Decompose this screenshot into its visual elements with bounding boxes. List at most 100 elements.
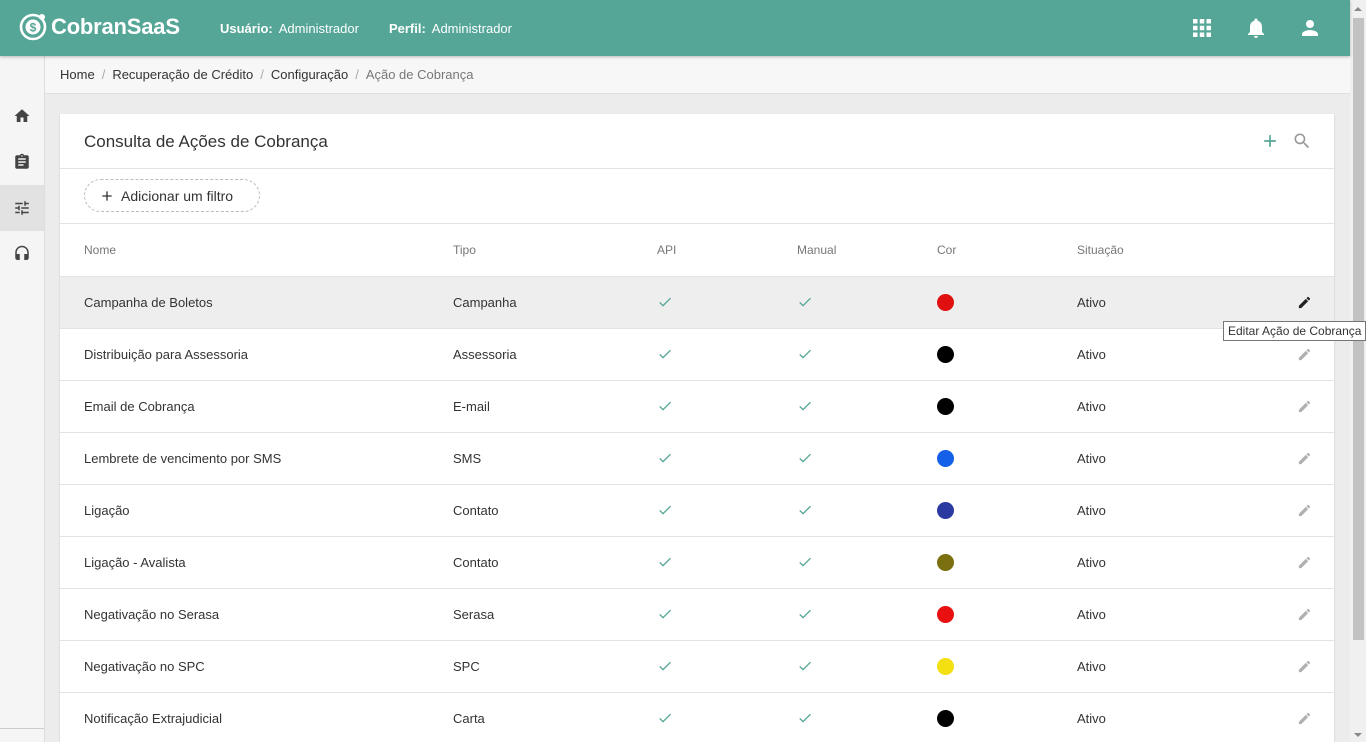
color-swatch bbox=[937, 710, 954, 727]
page-title: Consulta de Ações de Cobrança bbox=[84, 132, 328, 151]
table-row[interactable]: Notificação Extrajudicial Carta Ativo bbox=[60, 693, 1334, 742]
svg-text:$: $ bbox=[30, 21, 37, 35]
clipboard-icon bbox=[15, 153, 29, 169]
cell-situacao: Ativo bbox=[1077, 347, 1106, 362]
cell-tipo: Contato bbox=[453, 503, 499, 518]
breadcrumb-separator: / bbox=[260, 67, 264, 82]
edit-pencil-icon[interactable] bbox=[1297, 555, 1312, 570]
manual-check-icon bbox=[799, 713, 811, 723]
column-header-situacao[interactable]: Situação bbox=[1077, 243, 1124, 257]
table-row[interactable]: Ligação - Avalista Contato Ativo bbox=[60, 537, 1334, 589]
logo-text: CobranSaaS bbox=[51, 14, 180, 39]
cell-nome: Ligação - Avalista bbox=[84, 555, 186, 570]
table-header: Nome Tipo API Manual Cor Situação bbox=[60, 224, 1334, 277]
user-value: Administrador bbox=[278, 21, 359, 36]
add-filter-button[interactable]: Adicionar um filtro bbox=[84, 179, 260, 212]
column-header-cor[interactable]: Cor bbox=[937, 243, 956, 257]
edit-pencil-icon[interactable] bbox=[1297, 503, 1312, 518]
edit-pencil-icon[interactable] bbox=[1297, 451, 1312, 466]
color-swatch bbox=[937, 450, 954, 467]
column-header-nome[interactable]: Nome bbox=[84, 243, 116, 257]
cell-nome: Email de Cobrança bbox=[84, 399, 195, 414]
apps-grid-icon[interactable] bbox=[1190, 16, 1214, 40]
plus-icon bbox=[102, 190, 112, 201]
user-info: Usuário: Administrador Perfil: Administrad… bbox=[220, 21, 542, 36]
filter-bar: Adicionar um filtro bbox=[60, 169, 1334, 224]
cell-nome: Negativação no SPC bbox=[84, 659, 205, 674]
column-header-manual[interactable]: Manual bbox=[797, 243, 836, 257]
user-label: Usuário: bbox=[220, 21, 273, 36]
page-scrollbar[interactable] bbox=[1350, 0, 1366, 742]
cell-nome: Distribuição para Assessoria bbox=[84, 347, 249, 362]
cell-tipo: SPC bbox=[453, 659, 480, 674]
edit-pencil-icon[interactable] bbox=[1297, 399, 1312, 414]
table-row[interactable]: Negativação no Serasa Serasa Ativo bbox=[60, 589, 1334, 641]
cell-nome: Ligação bbox=[84, 503, 130, 518]
table-row[interactable]: Lembrete de vencimento por SMS SMS Ativo bbox=[60, 433, 1334, 485]
api-check-icon bbox=[659, 713, 671, 723]
color-swatch bbox=[937, 294, 954, 311]
edit-pencil-icon[interactable] bbox=[1297, 347, 1312, 362]
column-header-api[interactable]: API bbox=[657, 243, 676, 257]
sidebar-item-settings[interactable] bbox=[0, 185, 44, 231]
search-icon[interactable] bbox=[1292, 131, 1312, 151]
cell-situacao: Ativo bbox=[1077, 451, 1106, 466]
cell-tipo: SMS bbox=[453, 451, 482, 466]
edit-tooltip: Editar Ação de Cobrança bbox=[1223, 321, 1366, 341]
edit-pencil-icon[interactable] bbox=[1297, 711, 1312, 726]
api-check-icon bbox=[659, 401, 671, 411]
sidebar-item-home[interactable] bbox=[0, 93, 44, 139]
headset-icon bbox=[15, 245, 29, 260]
table-row[interactable]: Campanha de Boletos Campanha Ativo bbox=[60, 277, 1334, 329]
api-check-icon bbox=[659, 505, 671, 515]
manual-check-icon bbox=[799, 609, 811, 619]
sidebar-item-support[interactable] bbox=[0, 231, 44, 277]
add-filter-label: Adicionar um filtro bbox=[121, 187, 234, 204]
table-row[interactable]: Distribuição para Assessoria Assessoria At… bbox=[60, 329, 1334, 381]
cell-tipo: Carta bbox=[453, 711, 485, 726]
card-header: Consulta de Ações de Cobrança bbox=[60, 114, 1334, 169]
api-check-icon bbox=[659, 609, 671, 619]
manual-check-icon bbox=[799, 557, 811, 567]
table-row[interactable]: Email de Cobrança E-mail Ativo bbox=[60, 381, 1334, 433]
api-check-icon bbox=[659, 453, 671, 463]
profile-group: Perfil: Administrador bbox=[389, 21, 512, 36]
app-logo[interactable]: $ CobranSaaS bbox=[18, 12, 180, 42]
add-icon[interactable] bbox=[1260, 131, 1280, 151]
breadcrumb-current: Ação de Cobrança bbox=[365, 67, 474, 82]
breadcrumb-configuracao[interactable]: Configuração bbox=[271, 67, 348, 82]
cell-situacao: Ativo bbox=[1077, 295, 1106, 310]
cell-nome: Notificação Extrajudicial bbox=[84, 711, 223, 726]
cell-situacao: Ativo bbox=[1077, 555, 1106, 570]
edit-pencil-icon[interactable] bbox=[1297, 295, 1312, 310]
api-check-icon bbox=[659, 349, 671, 359]
edit-pencil-icon[interactable] bbox=[1297, 659, 1312, 674]
api-check-icon bbox=[659, 297, 671, 307]
edit-pencil-icon[interactable] bbox=[1297, 607, 1312, 622]
table-row[interactable]: Negativação no SPC SPC Ativo bbox=[60, 641, 1334, 693]
breadcrumb-recuperacao[interactable]: Recuperação de Crédito bbox=[112, 67, 253, 82]
sidebar-divider bbox=[0, 728, 44, 729]
column-header-tipo[interactable]: Tipo bbox=[453, 243, 476, 257]
breadcrumb-home[interactable]: Home bbox=[60, 67, 95, 82]
cell-nome: Campanha de Boletos bbox=[84, 295, 213, 310]
api-check-icon bbox=[659, 557, 671, 567]
account-icon[interactable] bbox=[1298, 16, 1322, 40]
profile-value: Administrador bbox=[431, 21, 512, 36]
scroll-down-arrow-icon[interactable] bbox=[1353, 730, 1363, 740]
manual-check-icon bbox=[799, 349, 811, 359]
color-swatch bbox=[937, 658, 954, 675]
manual-check-icon bbox=[799, 453, 811, 463]
results-card: Consulta de Ações de Cobrança Adicionar … bbox=[60, 114, 1334, 742]
scroll-up-arrow-icon[interactable] bbox=[1353, 4, 1363, 14]
breadcrumb-separator: / bbox=[355, 67, 359, 82]
color-swatch bbox=[937, 502, 954, 519]
table-row[interactable]: Ligação Contato Ativo bbox=[60, 485, 1334, 537]
settings-sliders-icon bbox=[15, 201, 29, 215]
manual-check-icon bbox=[799, 297, 811, 307]
notifications-bell-icon[interactable] bbox=[1244, 16, 1268, 40]
sidebar-item-clipboard[interactable] bbox=[0, 139, 44, 185]
manual-check-icon bbox=[799, 401, 811, 411]
table-body: Campanha de Boletos Campanha Ativo Distribu… bbox=[60, 277, 1334, 742]
cell-situacao: Ativo bbox=[1077, 503, 1106, 518]
